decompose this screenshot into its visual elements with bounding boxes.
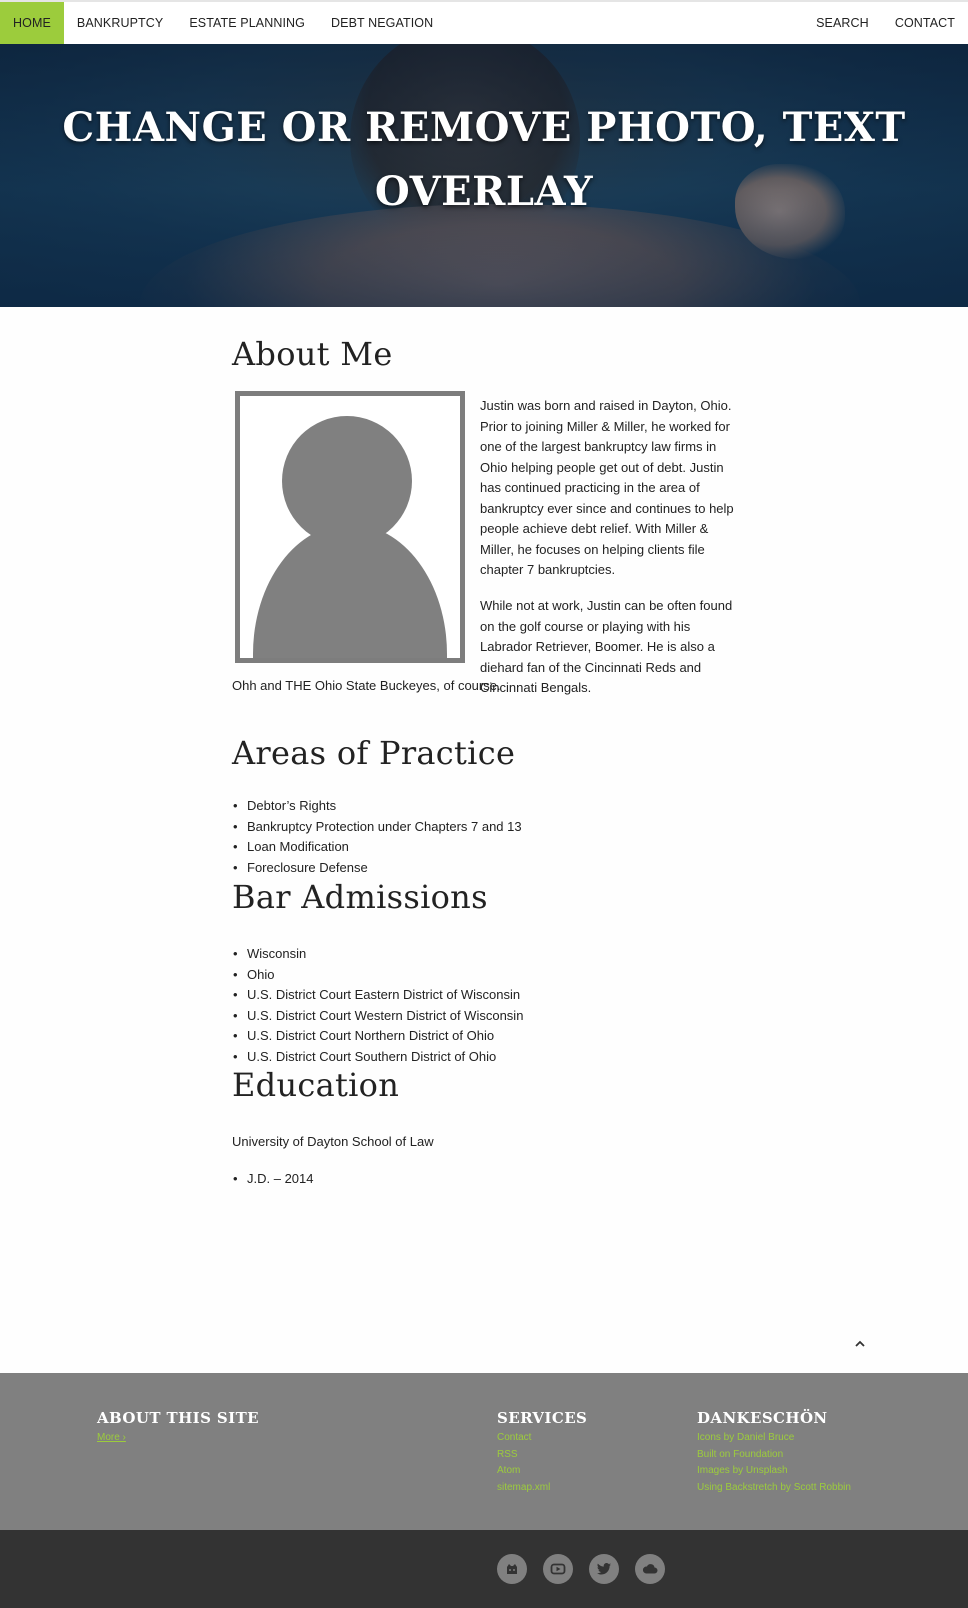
footer: ABOUT THIS SITE More › SERVICES Contact … — [0, 1373, 968, 1530]
chevron-up-icon — [855, 1340, 865, 1347]
nav-right: SEARCH CONTACT — [803, 2, 968, 44]
hero-title: CHANGE OR REMOVE PHOTO, TEXT OVERLAY — [62, 104, 906, 215]
list-item: Bankruptcy Protection under Chapters 7 a… — [232, 817, 522, 838]
nav-link-bankruptcy[interactable]: BANKRUPTCY — [64, 2, 176, 44]
footer-link-icons[interactable]: Icons by Daniel Bruce — [697, 1430, 851, 1447]
bar-admissions-list: Wisconsin Ohio U.S. District Court Easte… — [232, 944, 523, 1067]
footer-more-link[interactable]: More › — [97, 1430, 259, 1447]
list-item: U.S. District Court Eastern District of … — [232, 985, 523, 1006]
nav-link-contact[interactable]: CONTACT — [882, 2, 968, 44]
twitter-icon[interactable] — [589, 1554, 619, 1584]
back-to-top-button[interactable] — [851, 1336, 869, 1354]
nav-link-debt-negation[interactable]: DEBT NEGATION — [318, 2, 446, 44]
hero-banner: CHANGE OR REMOVE PHOTO, TEXT OVERLAY — [0, 44, 968, 307]
nav-left: HOME BANKRUPTCY ESTATE PLANNING DEBT NEG… — [0, 2, 446, 44]
top-bar: HOME BANKRUPTCY ESTATE PLANNING DEBT NEG… — [0, 0, 968, 44]
list-item: U.S. District Court Southern District of… — [232, 1047, 523, 1068]
social-icons — [497, 1554, 681, 1584]
nav-item-bankruptcy[interactable]: BANKRUPTCY — [64, 2, 176, 44]
footer-link-rss[interactable]: RSS — [497, 1447, 587, 1464]
social-bar — [0, 1530, 968, 1608]
footer-about-title: ABOUT THIS SITE — [97, 1409, 259, 1427]
list-item: Foreclosure Defense — [232, 858, 522, 879]
list-item: Debtor’s Rights — [232, 796, 522, 817]
nav-link-home[interactable]: HOME — [0, 2, 64, 44]
nav-item-home[interactable]: HOME — [0, 2, 64, 44]
footer-about: ABOUT THIS SITE More › — [97, 1409, 259, 1447]
list-item: Loan Modification — [232, 837, 522, 858]
github-icon[interactable] — [497, 1554, 527, 1584]
nav-item-debt-negation[interactable]: DEBT NEGATION — [318, 2, 446, 44]
list-item: Wisconsin — [232, 944, 523, 965]
footer-link-foundation[interactable]: Built on Foundation — [697, 1447, 851, 1464]
bio-paragraph-1: Justin was born and raised in Dayton, Oh… — [480, 398, 734, 577]
areas-title: Areas of Practice — [232, 734, 516, 772]
bar-admissions-title: Bar Admissions — [232, 878, 488, 916]
list-item: U.S. District Court Northern District of… — [232, 1026, 523, 1047]
footer-services: SERVICES Contact RSS Atom sitemap.xml — [497, 1409, 587, 1496]
footer-link-sitemap[interactable]: sitemap.xml — [497, 1480, 587, 1497]
cloud-icon[interactable] — [635, 1554, 665, 1584]
list-item: J.D. – 2014 — [232, 1169, 314, 1190]
list-item: U.S. District Court Western District of … — [232, 1006, 523, 1027]
education-school: University of Dayton School of Law — [232, 1134, 434, 1149]
bio-paragraph-2-tail: Ohh and THE Ohio State Buckeyes, of cour… — [232, 678, 501, 693]
footer-link-unsplash[interactable]: Images by Unsplash — [697, 1463, 851, 1480]
nav-link-estate-planning[interactable]: ESTATE PLANNING — [176, 2, 318, 44]
nav-link-search[interactable]: SEARCH — [803, 2, 882, 44]
nav-item-contact[interactable]: CONTACT — [882, 2, 968, 44]
footer-thanks: DANKESCHÖN Icons by Daniel Bruce Built o… — [697, 1409, 851, 1496]
portrait-placeholder-image — [235, 391, 465, 663]
education-list: J.D. – 2014 — [232, 1169, 314, 1190]
list-item: Ohio — [232, 965, 523, 986]
nav-item-estate-planning[interactable]: ESTATE PLANNING — [176, 2, 318, 44]
nav-item-search[interactable]: SEARCH — [803, 2, 882, 44]
about-title: About Me — [232, 335, 393, 373]
youtube-icon[interactable] — [543, 1554, 573, 1584]
footer-link-backstretch[interactable]: Using Backstretch by Scott Robbin — [697, 1480, 851, 1497]
areas-list: Debtor’s Rights Bankruptcy Protection un… — [232, 796, 522, 878]
footer-thanks-title: DANKESCHÖN — [697, 1409, 828, 1427]
portrait-silhouette-body — [253, 524, 447, 658]
footer-services-title: SERVICES — [497, 1409, 588, 1427]
education-title: Education — [232, 1066, 400, 1104]
footer-link-atom[interactable]: Atom — [497, 1463, 587, 1480]
footer-link-contact[interactable]: Contact — [497, 1430, 587, 1447]
